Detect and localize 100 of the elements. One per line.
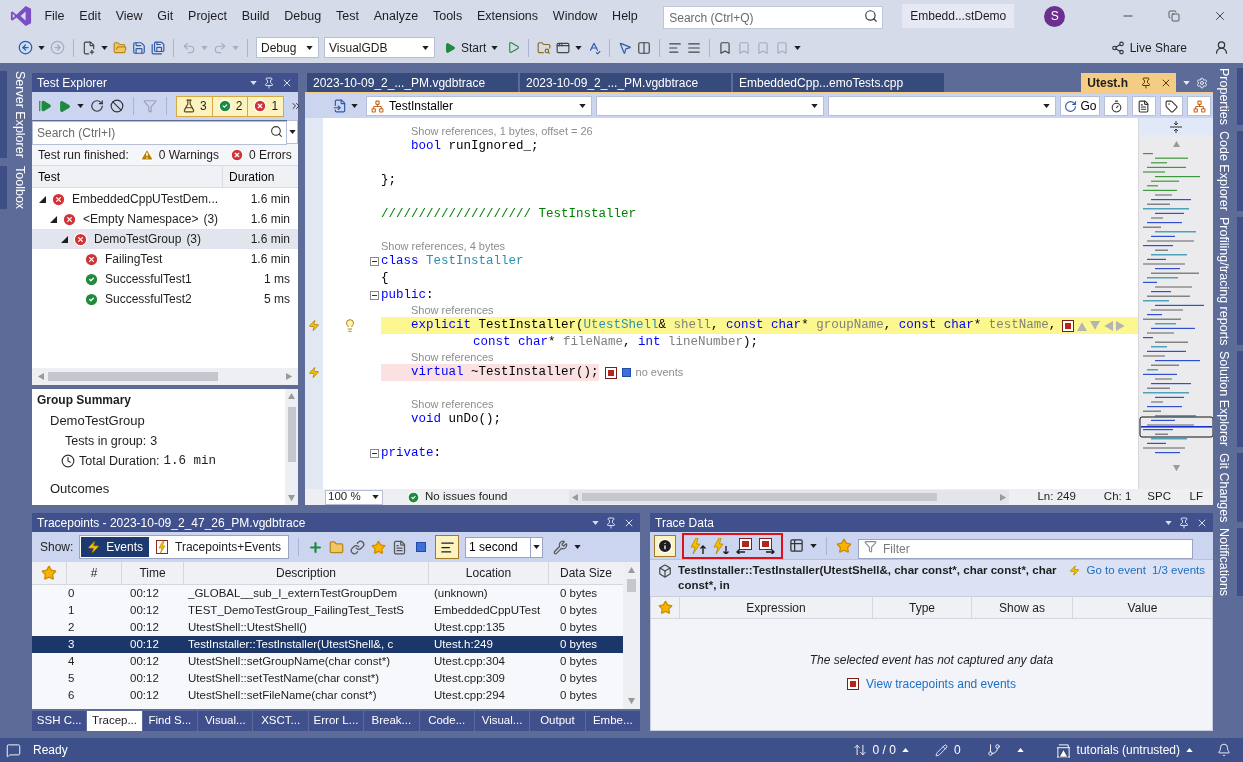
window-menu-caret-icon[interactable] (1165, 520, 1172, 525)
caret-icon[interactable] (101, 45, 108, 50)
panel-tab[interactable]: Tracep... (87, 711, 142, 731)
scope-dropdown[interactable]: TestInstaller (366, 96, 592, 116)
menu-item[interactable]: File (37, 4, 72, 28)
note-icon[interactable] (392, 539, 407, 555)
repeat-icon[interactable] (90, 99, 104, 113)
panel-tab[interactable]: Embe... (585, 711, 640, 731)
scrollbar-thumb[interactable] (48, 372, 218, 381)
up-caret-icon[interactable] (1016, 748, 1024, 752)
up-caret-icon[interactable] (901, 748, 909, 752)
outcome-filter-button[interactable]: 3 (177, 96, 212, 116)
close-icon[interactable] (1213, 9, 1227, 23)
zoom-dropdown[interactable]: 100 % (325, 489, 383, 505)
spell-check-icon[interactable] (587, 40, 602, 55)
table-row[interactable]: 2 00:12 UtestShell::UtestShell() Utest.cpp:135 0 bytes (32, 619, 623, 636)
caret-icon[interactable] (38, 45, 45, 50)
record-right-arrow-icon[interactable] (759, 537, 775, 554)
columns-icon[interactable] (637, 40, 652, 55)
solution-name[interactable]: Embedd...stDemo (902, 4, 1015, 28)
code-lens-link[interactable]: Show references (411, 304, 494, 317)
scrollbar-thumb[interactable] (582, 493, 938, 501)
panel-tab[interactable]: Visual... (198, 711, 253, 731)
align-toggle-button[interactable] (435, 535, 459, 559)
go-button[interactable]: Go (1060, 96, 1101, 116)
interval-dropdown[interactable]: 1 second (465, 536, 543, 558)
panel-tab[interactable]: Code... (419, 711, 474, 731)
search-options-button[interactable] (287, 120, 298, 144)
caret-icon[interactable] (77, 104, 84, 108)
run-all-icon[interactable] (38, 99, 52, 113)
caret-icon[interactable] (810, 543, 817, 548)
table-row[interactable]: 3 00:12 TestInstaller::TestInstaller(UtestShell&, c Utest.h:249 0 bytes (32, 636, 623, 653)
settings-icon[interactable] (1196, 76, 1208, 89)
collapse-icon[interactable] (370, 291, 379, 300)
tree-row[interactable]: EmbeddedCppUTestDem... 1.6 min (32, 189, 298, 209)
expand-arrow-icon[interactable] (38, 195, 46, 203)
tree-row[interactable]: DemoTestGroup (3) 1.6 min (32, 229, 298, 249)
tree-row[interactable]: SuccessfulTest2 5 ms (32, 289, 298, 309)
expand-arrow-icon[interactable] (60, 235, 68, 243)
column-header[interactable]: Value (1072, 597, 1212, 618)
align-justify-icon[interactable] (687, 40, 702, 55)
menu-item[interactable]: Tools (425, 4, 470, 28)
folder-search-icon[interactable] (537, 40, 552, 55)
menu-item[interactable]: Build (234, 4, 277, 28)
app-logo-icon[interactable] (10, 5, 32, 27)
file-arrow-icon[interactable] (333, 99, 347, 113)
window-menu-caret-icon[interactable] (592, 520, 599, 525)
event-link[interactable]: Go to event (1086, 563, 1146, 578)
dock-tab[interactable]: Profiling/tracing reports (1211, 216, 1243, 346)
table-row[interactable]: 0 00:12 _GLOBAL__sub_I_externTestGroupDem (unknown) 0 bytes (32, 585, 623, 602)
menu-item[interactable]: Git (149, 4, 181, 28)
column-header[interactable]: # (66, 562, 121, 584)
event-link[interactable]: 1/3 events (1151, 563, 1205, 578)
panel-tab[interactable]: Find S... (142, 711, 198, 731)
start-button[interactable]: Start (440, 36, 503, 59)
column-header[interactable]: Expression (679, 597, 872, 618)
pencil-icon[interactable] (934, 743, 948, 757)
search-field[interactable]: Search (Ctrl+I) (32, 121, 287, 145)
notification-bell-icon[interactable] (1217, 743, 1231, 757)
menu-item[interactable]: Help (604, 4, 646, 28)
lightning-up-icon[interactable] (690, 537, 706, 554)
document-tab[interactable]: 2023-10-09_2_..._PM.vgdbtrace (520, 73, 731, 92)
caret-icon[interactable] (794, 45, 802, 50)
info-toggle-button[interactable] (654, 534, 676, 557)
align-left-icon[interactable] (668, 40, 683, 55)
column-header[interactable]: Location (428, 562, 548, 584)
panel-tab[interactable]: SSH C... (32, 711, 87, 731)
document-tab[interactable]: EmbeddedCpp...emoTests.cpp (733, 73, 944, 92)
play-outline-icon[interactable] (507, 41, 521, 54)
dock-tab[interactable]: Notifications (1211, 528, 1243, 597)
view-tracepoints-link[interactable]: View tracepoints and events (866, 675, 1016, 693)
star-icon[interactable] (371, 539, 386, 555)
platform-dropdown[interactable]: VisualGDB (324, 37, 435, 58)
branch-icon[interactable] (986, 743, 1001, 757)
building-warning-icon[interactable] (1055, 742, 1071, 758)
panel-tab[interactable]: Error L... (308, 711, 364, 731)
menu-item[interactable]: Edit (71, 4, 109, 28)
outcome-filter-button[interactable]: 2 (211, 96, 248, 116)
panel-tab[interactable]: Visual... (474, 711, 530, 731)
code-lens-link[interactable]: Show references (411, 398, 494, 411)
save-icon[interactable] (132, 40, 146, 55)
column-header[interactable]: Show as (971, 597, 1072, 618)
link-icon[interactable] (350, 539, 365, 555)
up-caret-icon[interactable] (1186, 748, 1193, 752)
back-icon[interactable] (18, 40, 33, 55)
column-header[interactable]: Time (121, 562, 183, 584)
save-all-icon[interactable] (151, 40, 165, 55)
tree-row[interactable]: <Empty Namespace> (3) 1.6 min (32, 209, 298, 229)
add-icon[interactable] (308, 539, 323, 555)
menu-item[interactable]: Analyze (366, 4, 426, 28)
column-header[interactable]: Type (872, 597, 971, 618)
table-row[interactable]: 4 00:12 UtestShell::setGroupName(char const*) Utest.cpp:304 0 bytes (32, 653, 623, 670)
caret-icon[interactable] (574, 545, 581, 549)
table-icon[interactable] (789, 538, 804, 553)
document-tab[interactable]: 2023-10-09_2_..._PM.vgdbtrace (307, 73, 518, 92)
tree-row[interactable]: FailingTest 1.6 min (32, 249, 298, 269)
view-mode-button[interactable]: Events (81, 537, 150, 557)
outcome-filter-button[interactable]: 1 (247, 96, 284, 116)
column-header[interactable]: Test (32, 166, 223, 187)
dock-tab[interactable]: Code Explorer (1211, 131, 1243, 211)
